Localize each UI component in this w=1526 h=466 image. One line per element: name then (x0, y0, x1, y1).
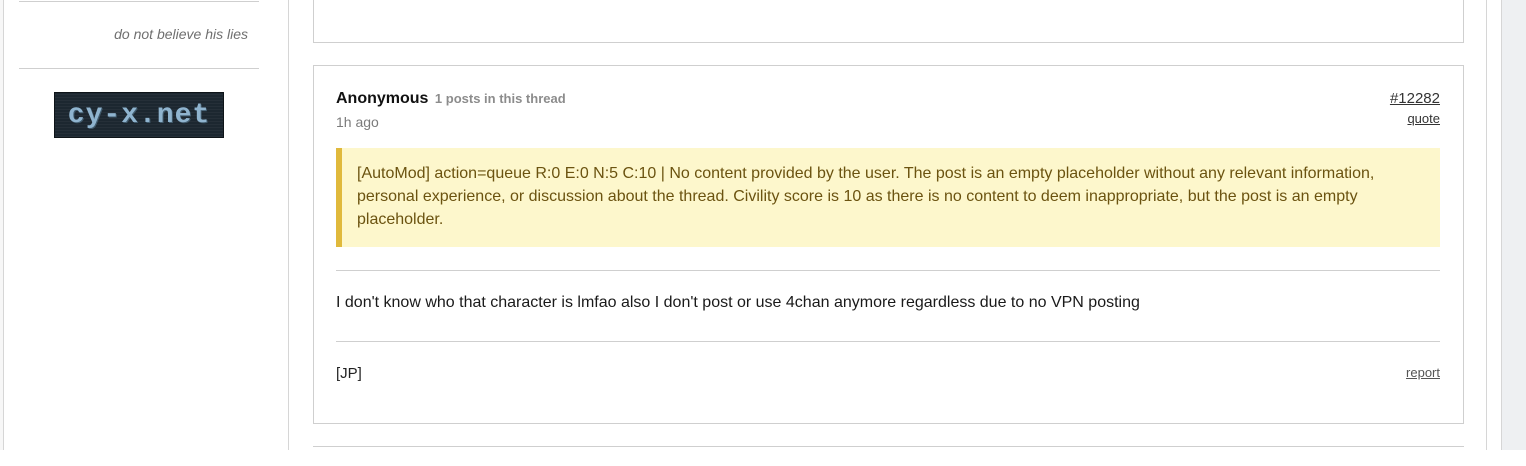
sidebar-divider (19, 1, 259, 2)
next-post (313, 446, 1464, 466)
automod-notice: [AutoMod] action=queue R:0 E:0 N:5 C:10 … (336, 148, 1440, 247)
sidebar-tagline: do not believe his lies (114, 26, 248, 42)
post-timestamp: 1h ago (336, 114, 379, 130)
window-frame-right (1502, 0, 1526, 450)
post-author: Anonymous 1 posts in this thread (336, 90, 566, 108)
post-body: I don't know who that character is lmfao… (336, 294, 1140, 311)
author-name: Anonymous (336, 90, 429, 107)
thread-post-count: 1 posts in this thread (434, 91, 566, 106)
quote-link[interactable]: quote (1407, 111, 1440, 126)
report-link[interactable]: report (1406, 365, 1440, 380)
site-banner-text: cy-x.net (67, 99, 211, 131)
site-banner-link[interactable]: cy-x.net (54, 92, 224, 138)
sidebar-divider (19, 68, 259, 69)
post: Anonymous 1 posts in this thread 1h ago … (313, 65, 1464, 424)
previous-post (313, 0, 1464, 43)
post-id-link[interactable]: #12282 (1390, 90, 1440, 107)
post-divider (336, 270, 1440, 271)
post-divider (336, 341, 1440, 342)
scrollbar-track[interactable] (1486, 0, 1502, 450)
sidebar: do not believe his lies cy-x.net (4, 0, 289, 450)
poster-flag: [JP] (336, 365, 362, 382)
